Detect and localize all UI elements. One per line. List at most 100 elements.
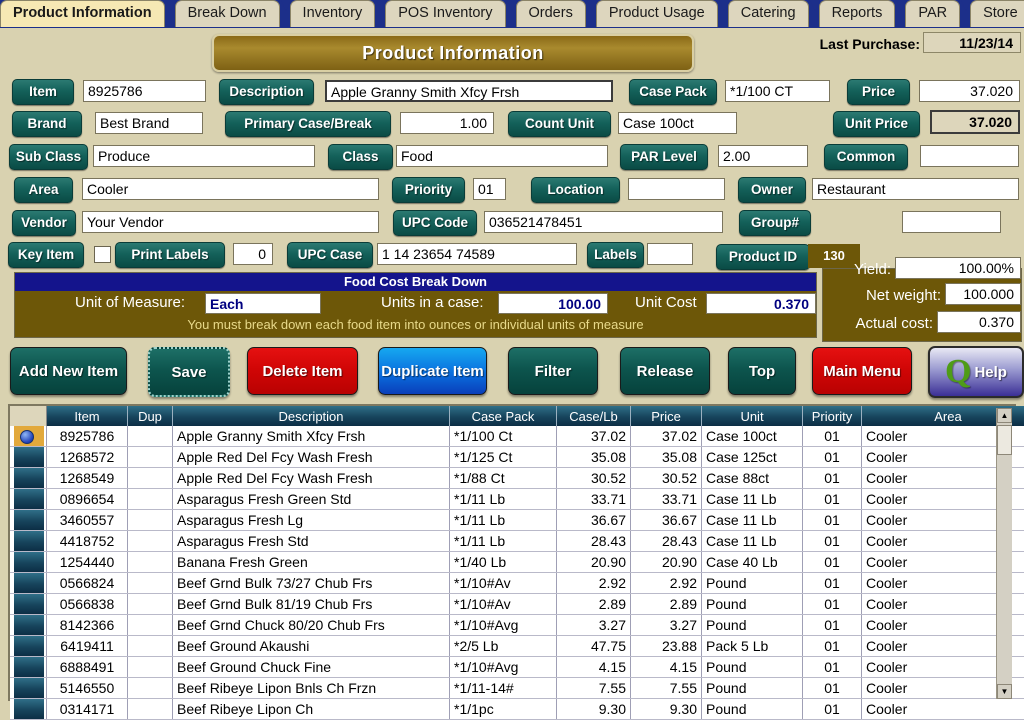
key-item-checkbox[interactable] <box>94 246 111 263</box>
delete-item-button[interactable]: Delete Item <box>247 347 358 395</box>
location-label[interactable]: Location <box>531 177 620 203</box>
area-input[interactable]: Cooler <box>82 178 379 200</box>
cell-description[interactable]: Apple Red Del Fcy Wash Fresh <box>173 468 450 489</box>
table-row[interactable]: 0566838Beef Grnd Bulk 81/19 Chub Frs*1/1… <box>10 594 1024 615</box>
cell-case-lb[interactable]: 20.90 <box>557 552 631 573</box>
cell-item[interactable]: 1254440 <box>47 552 128 573</box>
row-selector[interactable] <box>10 510 47 531</box>
cell-unit[interactable]: Case 11 Lb <box>702 489 803 510</box>
cell-price[interactable]: 2.92 <box>631 573 702 594</box>
tab-break-down[interactable]: Break Down <box>175 0 280 27</box>
sub-class-input[interactable]: Produce <box>93 145 315 167</box>
cell-item[interactable]: 5146550 <box>47 678 128 699</box>
cell-item[interactable]: 6419411 <box>47 636 128 657</box>
common-label[interactable]: Common <box>824 144 908 170</box>
cell-price[interactable]: 7.55 <box>631 678 702 699</box>
tab-pos-inventory[interactable]: POS Inventory <box>385 0 505 27</box>
cell-area[interactable]: Cooler <box>862 699 1024 720</box>
cell-priority[interactable]: 01 <box>803 552 862 573</box>
grid-scrollbar[interactable]: ▲ ▼ <box>996 408 1012 699</box>
cell-item[interactable]: 8925786 <box>47 426 128 447</box>
cell-description[interactable]: Beef Grnd Chuck 80/20 Chub Frs <box>173 615 450 636</box>
cell-unit[interactable]: Pound <box>702 699 803 720</box>
labels-input[interactable] <box>647 243 693 265</box>
brand-label[interactable]: Brand <box>12 111 82 137</box>
tab-catering[interactable]: Catering <box>728 0 809 27</box>
cell-dup[interactable] <box>128 636 173 657</box>
cell-case-lb[interactable]: 47.75 <box>557 636 631 657</box>
filter-button[interactable]: Filter <box>508 347 598 395</box>
priority-label[interactable]: Priority <box>392 177 465 203</box>
table-row[interactable]: 4418752Asparagus Fresh Std*1/11 Lb28.432… <box>10 531 1024 552</box>
cell-dup[interactable] <box>128 594 173 615</box>
cell-description[interactable]: Beef Ribeye Lipon Bnls Ch Frzn <box>173 678 450 699</box>
column-header-select[interactable] <box>10 406 47 426</box>
column-header-price[interactable]: Price <box>631 406 702 426</box>
sub-class-label[interactable]: Sub Class <box>9 144 88 170</box>
tab-product-usage[interactable]: Product Usage <box>596 0 718 27</box>
count-unit-label[interactable]: Count Unit <box>508 111 611 137</box>
cell-description[interactable]: Beef Ribeye Lipon Ch <box>173 699 450 720</box>
primary-case-break-input[interactable]: 1.00 <box>400 112 494 134</box>
cell-price[interactable]: 30.52 <box>631 468 702 489</box>
cell-unit[interactable]: Pack 5 Lb <box>702 636 803 657</box>
upc-case-input[interactable]: 1 14 23654 74589 <box>377 243 577 265</box>
common-input[interactable] <box>920 145 1019 167</box>
row-selector[interactable] <box>10 615 47 636</box>
unit-of-measure-input[interactable]: Each <box>205 293 321 314</box>
cell-dup[interactable] <box>128 615 173 636</box>
cell-price[interactable]: 4.15 <box>631 657 702 678</box>
cell-price[interactable]: 36.67 <box>631 510 702 531</box>
cell-priority[interactable]: 01 <box>803 699 862 720</box>
table-row[interactable]: 1254440Banana Fresh Green*1/40 Lb20.9020… <box>10 552 1024 573</box>
cell-case-lb[interactable]: 35.08 <box>557 447 631 468</box>
item-label[interactable]: Item <box>12 79 74 105</box>
cell-unit[interactable]: Pound <box>702 678 803 699</box>
case-pack-input[interactable]: *1/100 CT <box>725 80 830 102</box>
tab-orders[interactable]: Orders <box>516 0 586 27</box>
cell-priority[interactable]: 01 <box>803 447 862 468</box>
cell-item[interactable]: 8142366 <box>47 615 128 636</box>
upc-code-label[interactable]: UPC Code <box>393 210 477 236</box>
help-button[interactable]: Q Help <box>928 346 1024 398</box>
cell-dup[interactable] <box>128 678 173 699</box>
primary-case-break-label[interactable]: Primary Case/Break <box>225 111 391 137</box>
cell-dup[interactable] <box>128 552 173 573</box>
cell-description[interactable]: Banana Fresh Green <box>173 552 450 573</box>
cell-case-pack[interactable]: *1/10#Av <box>450 573 557 594</box>
cell-unit[interactable]: Pound <box>702 657 803 678</box>
key-item-label[interactable]: Key Item <box>8 242 84 268</box>
add-new-item-button[interactable]: Add New Item <box>10 347 127 395</box>
column-header-case-lb[interactable]: Case/Lb <box>557 406 631 426</box>
cell-case-pack[interactable]: *2/5 Lb <box>450 636 557 657</box>
cell-description[interactable]: Asparagus Fresh Std <box>173 531 450 552</box>
table-row[interactable]: 1268572Apple Red Del Fcy Wash Fresh*1/12… <box>10 447 1024 468</box>
cell-description[interactable]: Asparagus Fresh Lg <box>173 510 450 531</box>
cell-item[interactable]: 0314171 <box>47 699 128 720</box>
cell-unit[interactable]: Case 100ct <box>702 426 803 447</box>
column-header-item[interactable]: Item <box>47 406 128 426</box>
cell-dup[interactable] <box>128 468 173 489</box>
description-input[interactable]: Apple Granny Smith Xfcy Frsh <box>325 80 613 102</box>
cell-description[interactable]: Beef Grnd Bulk 81/19 Chub Frs <box>173 594 450 615</box>
upc-code-input[interactable]: 036521478451 <box>484 211 723 233</box>
cell-unit[interactable]: Case 88ct <box>702 468 803 489</box>
cell-price[interactable]: 33.71 <box>631 489 702 510</box>
cell-priority[interactable]: 01 <box>803 468 862 489</box>
par-level-input[interactable]: 2.00 <box>718 145 808 167</box>
table-row[interactable]: 8142366Beef Grnd Chuck 80/20 Chub Frs*1/… <box>10 615 1024 636</box>
cell-item[interactable]: 0566824 <box>47 573 128 594</box>
cell-priority[interactable]: 01 <box>803 426 862 447</box>
tab-store[interactable]: Store <box>970 0 1024 27</box>
item-input[interactable]: 8925786 <box>83 80 206 102</box>
cell-case-lb[interactable]: 9.30 <box>557 699 631 720</box>
location-input[interactable] <box>628 178 725 200</box>
cell-priority[interactable]: 01 <box>803 615 862 636</box>
cell-description[interactable]: Apple Granny Smith Xfcy Frsh <box>173 426 450 447</box>
description-label[interactable]: Description <box>219 79 314 105</box>
vendor-input[interactable]: Your Vendor <box>82 211 379 233</box>
net-weight-value[interactable]: 100.000 <box>945 283 1021 305</box>
cell-case-pack[interactable]: *1/10#Av <box>450 594 557 615</box>
cell-priority[interactable]: 01 <box>803 678 862 699</box>
scroll-down-icon[interactable]: ▼ <box>997 684 1012 699</box>
